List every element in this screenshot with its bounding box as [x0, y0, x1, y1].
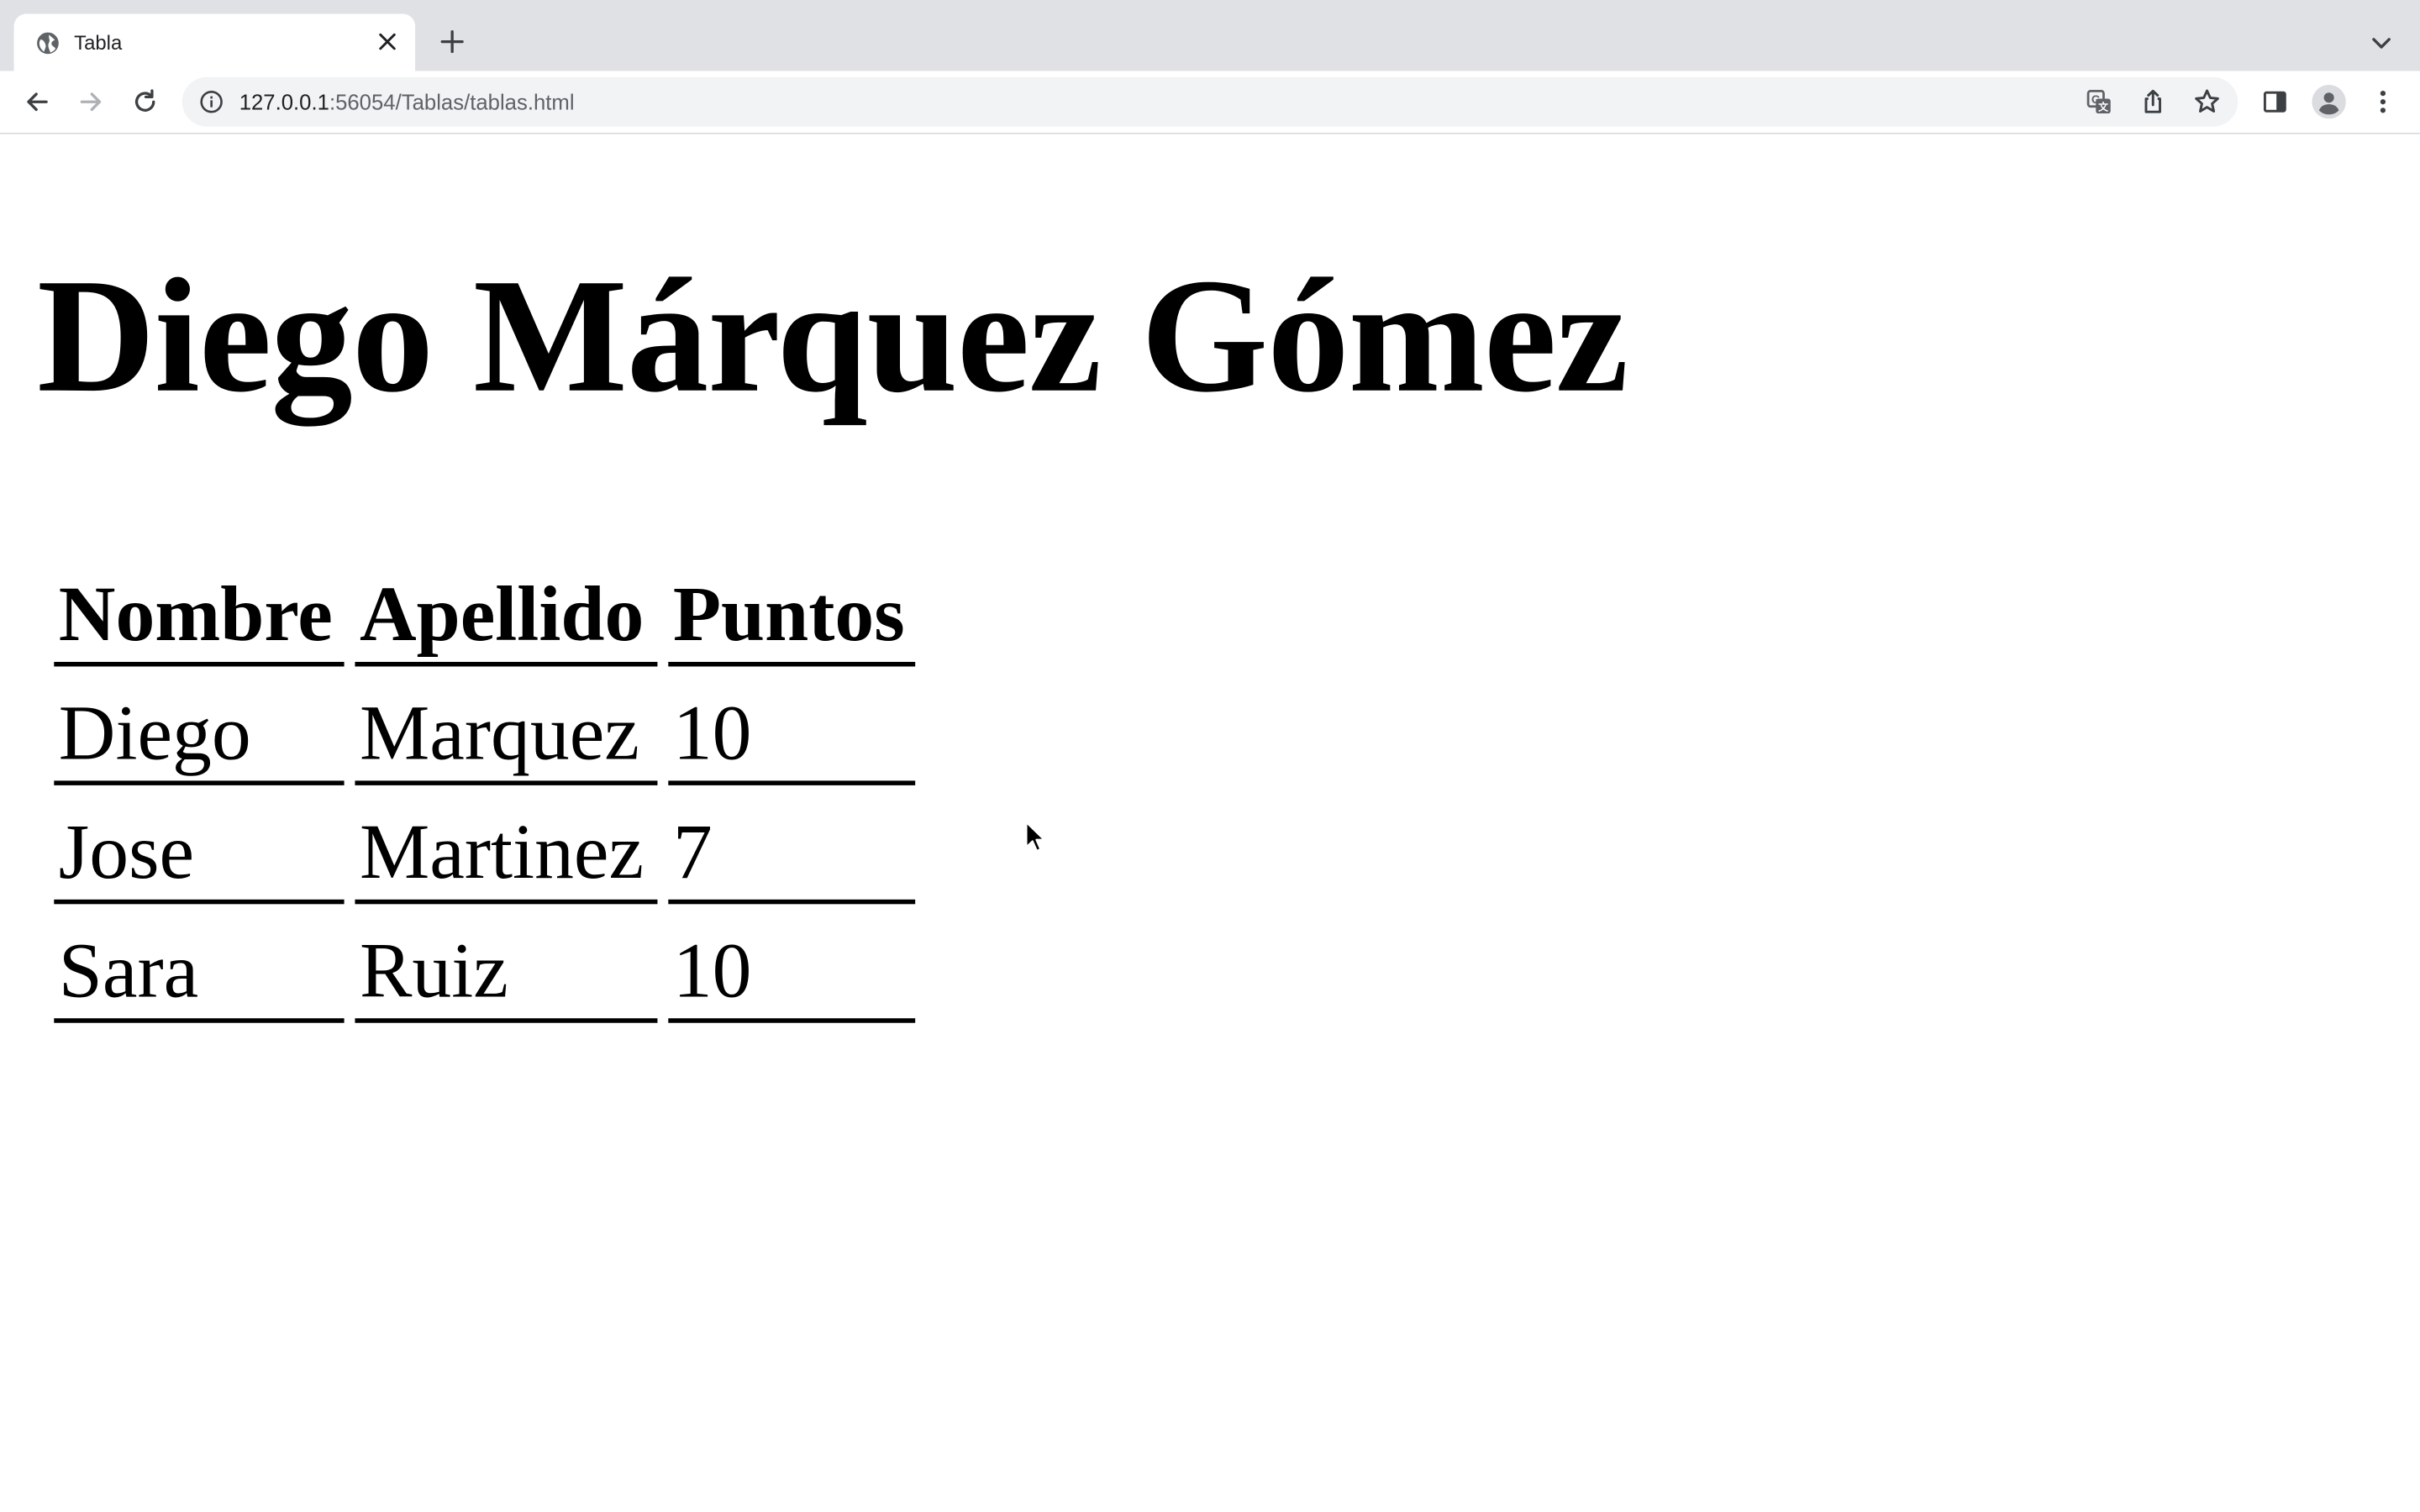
url-path: :56054/Tablas/tablas.html	[329, 89, 575, 114]
close-icon[interactable]	[375, 29, 399, 54]
url-text[interactable]: 127.0.0.1:56054/Tablas/tablas.html	[239, 88, 575, 116]
cell-puntos: 10	[668, 904, 916, 1023]
url-host: 127.0.0.1	[239, 89, 329, 114]
table-row: Sara Ruiz 10	[54, 904, 916, 1023]
cell-nombre: Jose	[54, 785, 345, 905]
info-icon[interactable]	[199, 90, 224, 114]
cell-apellido: Martinez	[355, 785, 658, 905]
cell-puntos: 7	[668, 785, 916, 905]
cell-apellido: Ruiz	[355, 904, 658, 1023]
page-content: Diego Márquez Gómez Nombre Apellido Punt…	[0, 134, 2420, 1512]
column-header-puntos: Puntos	[668, 548, 916, 667]
chevron-down-icon[interactable]	[2366, 28, 2397, 59]
globe-icon	[37, 32, 59, 55]
cell-nombre: Sara	[54, 904, 345, 1023]
column-header-apellido: Apellido	[355, 548, 658, 667]
arrow-left-icon[interactable]	[22, 87, 53, 118]
table-header-row: Nombre Apellido Puntos	[54, 548, 916, 667]
arrow-right-icon[interactable]	[76, 87, 107, 118]
address-bar[interactable]: 127.0.0.1:56054/Tablas/tablas.html G 文	[182, 76, 2238, 127]
tab-tabla[interactable]: Tabla	[13, 13, 416, 71]
mouse-pointer-icon	[1025, 821, 1045, 853]
share-icon[interactable]	[2138, 87, 2169, 118]
browser-window: Tabla 127.0.0.1:56054/Tablas/tablas.html…	[0, 0, 2420, 1512]
star-icon[interactable]	[2191, 87, 2223, 118]
profile-avatar-icon[interactable]	[2312, 85, 2346, 119]
column-header-nombre: Nombre	[54, 548, 345, 667]
reload-icon[interactable]	[129, 87, 160, 118]
browser-toolbar: 127.0.0.1:56054/Tablas/tablas.html G 文	[0, 71, 2420, 134]
kebab-menu-icon[interactable]	[2368, 87, 2399, 118]
page-title: Diego Márquez Gómez	[37, 245, 1628, 426]
translate-icon[interactable]: G 文	[2084, 87, 2115, 118]
side-panel-icon[interactable]	[2260, 87, 2291, 118]
cell-apellido: Marquez	[355, 666, 658, 785]
svg-text:文: 文	[2098, 102, 2109, 113]
table-row: Jose Martinez 7	[54, 785, 916, 905]
cell-nombre: Diego	[54, 666, 345, 785]
plus-icon[interactable]	[437, 26, 468, 57]
cell-puntos: 10	[668, 666, 916, 785]
tab-strip: Tabla	[0, 0, 2420, 71]
table-row: Diego Marquez 10	[54, 666, 916, 785]
scores-table: Nombre Apellido Puntos Diego Marquez 10 …	[43, 548, 926, 1023]
tab-title: Tabla	[74, 30, 123, 55]
